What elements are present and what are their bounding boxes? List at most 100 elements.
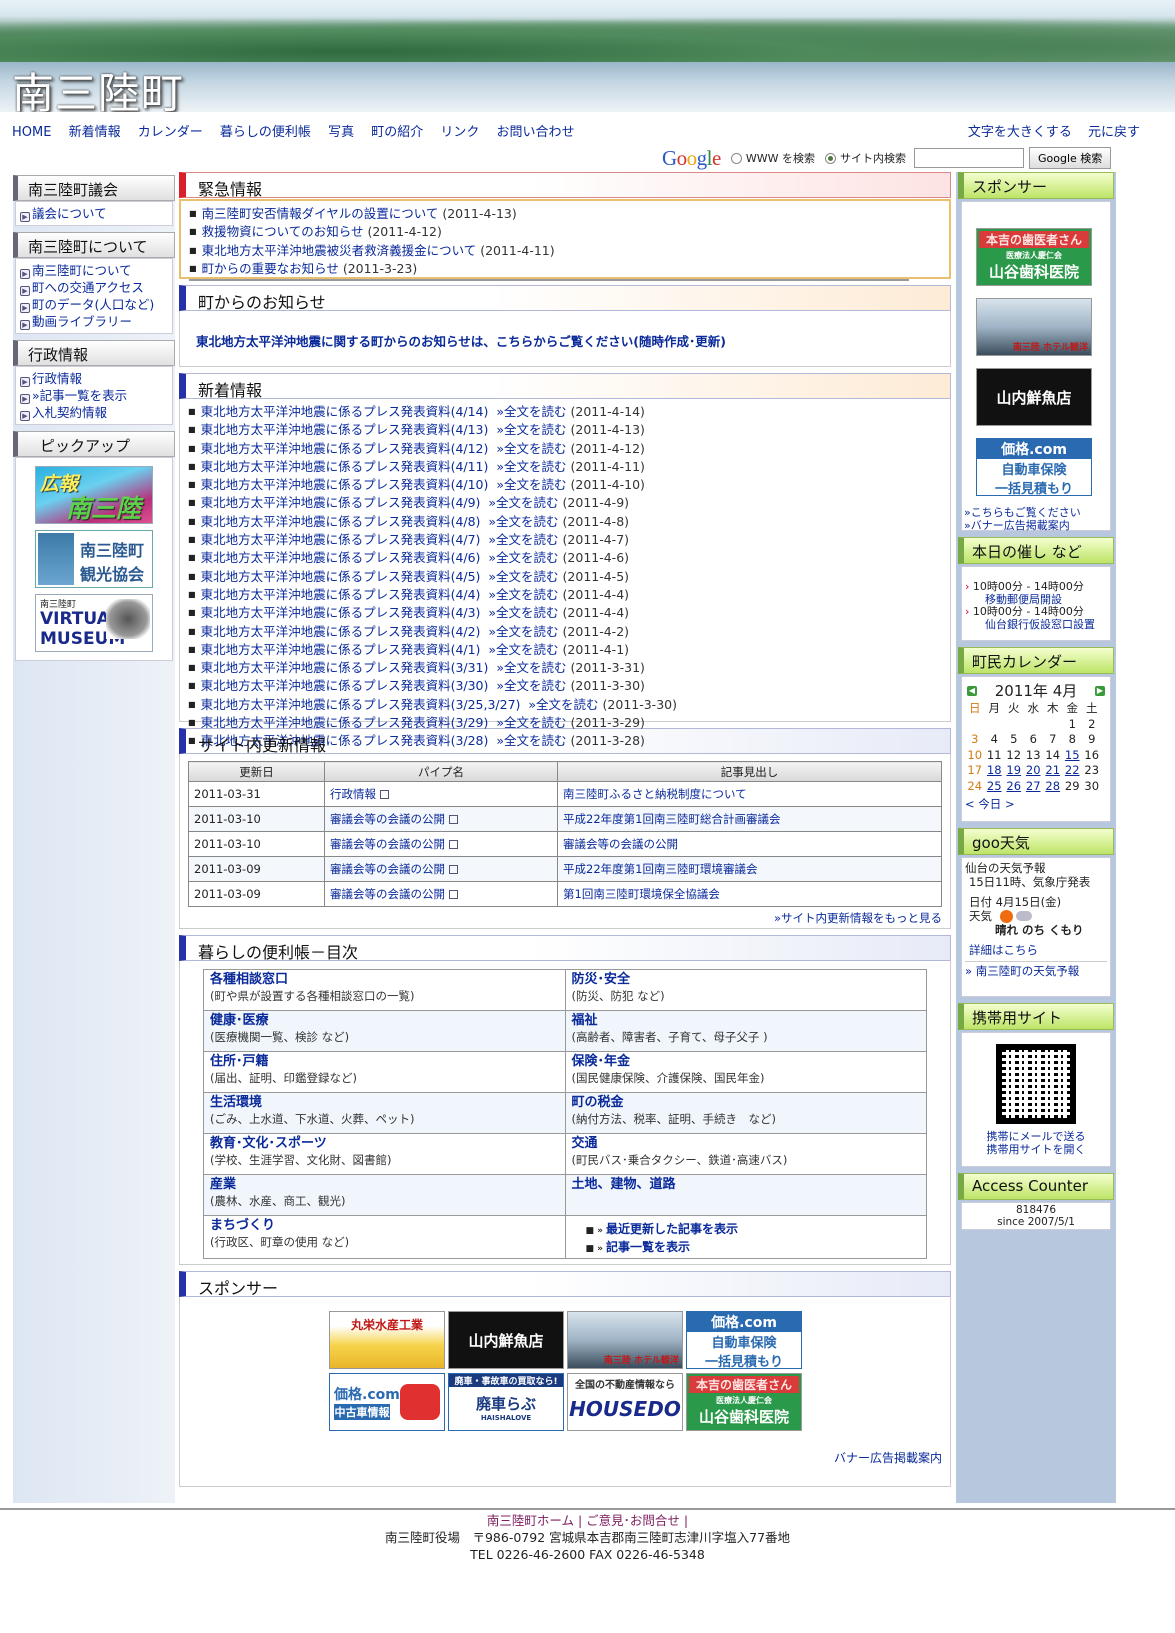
read-more-link[interactable]: »全文を読む: [496, 404, 566, 419]
benri-cell[interactable]: 防災･安全 (防災、防犯 など): [564, 969, 927, 1011]
news-item[interactable]: 東北地方太平洋沖地震に係るプレス発表資料(4/11) »全文を読む (2011-…: [188, 459, 950, 477]
nav-home[interactable]: HOME: [12, 125, 51, 140]
prev-month-icon[interactable]: ◀: [967, 685, 977, 696]
news-item[interactable]: 東北地方太平洋沖地震に係るプレス発表資料(4/7) »全文を読む (2011-4…: [188, 532, 950, 550]
read-more-link[interactable]: »全文を読む: [496, 441, 566, 456]
update-pipe[interactable]: 審議会等の会議の公開: [324, 806, 558, 832]
nav-photo[interactable]: 写真: [328, 125, 354, 140]
nav-contact[interactable]: お問い合わせ: [497, 125, 575, 140]
calendar-day[interactable]: 22: [1063, 763, 1083, 779]
news-item[interactable]: 東北地方太平洋沖地震に係るプレス発表資料(4/12) »全文を読む (2011-…: [188, 441, 950, 459]
google-search-button[interactable]: Google 検索: [1028, 147, 1112, 169]
sponsor-kakaku-insurance-banner[interactable]: 価格.com 自動車保険 一括見積もり: [686, 1311, 802, 1369]
next-month-icon[interactable]: ▶: [1095, 685, 1105, 696]
news-item[interactable]: 東北地方太平洋沖地震に係るプレス発表資料(4/9) »全文を読む (2011-4…: [188, 495, 950, 513]
event-name[interactable]: 仙台銀行仮設窓口設置: [985, 618, 1095, 631]
article-list-link[interactable]: 記事一覧を表示: [586, 1239, 921, 1257]
benri-cell[interactable]: 教育･文化･スポーツ (学校、生涯学習、文化財、図書館): [203, 1133, 566, 1175]
read-more-link[interactable]: »全文を読む: [488, 587, 558, 602]
admin-item-bid[interactable]: ▶ 入札契約情報: [20, 404, 172, 421]
mobile-mail-link[interactable]: 携帯にメールで送る: [987, 1130, 1086, 1143]
update-title[interactable]: 南三陸町ふるさと納税制度について: [557, 781, 942, 807]
benri-cell[interactable]: 健康･医療 (医療機関一覧、検診 など): [203, 1010, 566, 1052]
sponsor-hotel-banner[interactable]: 南三陸 ホテル観洋: [567, 1311, 683, 1369]
read-more-link[interactable]: »全文を読む: [496, 660, 566, 675]
update-pipe[interactable]: 審議会等の会議の公開: [324, 831, 558, 857]
news-item[interactable]: 東北地方太平洋沖地震に係るプレス発表資料(4/2) »全文を読む (2011-4…: [188, 624, 950, 642]
council-item[interactable]: ▶ 議会について: [20, 205, 172, 222]
calendar-day[interactable]: 21: [1043, 763, 1063, 779]
benri-cell[interactable]: 生活環境 (ごみ、上水道、下水道、火葬、ペット): [203, 1092, 566, 1134]
sponsor-more-link[interactable]: »こちらもご覧ください: [964, 506, 1081, 519]
benri-cell[interactable]: 土地、建物、道路: [564, 1174, 927, 1216]
sponsor-kakaku-usedcar-banner[interactable]: 価格.com 中古車情報: [329, 1373, 445, 1431]
benri-cell[interactable]: 保険･年金 (国民健康保険、介護保険、国民年金): [564, 1051, 927, 1093]
mobile-open-link[interactable]: 携帯用サイトを開く: [987, 1143, 1086, 1156]
news-item[interactable]: 東北地方太平洋沖地震に係るプレス発表資料(4/3) »全文を読む (2011-4…: [188, 605, 950, 623]
calendar-today-link[interactable]: < 今日 >: [965, 796, 1107, 812]
site-title[interactable]: 南三陸町: [12, 60, 184, 112]
recent-articles-link[interactable]: 最近更新した記事を表示: [586, 1221, 921, 1239]
weather-town-link[interactable]: » 南三陸町の天気予報: [965, 964, 1079, 978]
notice-link[interactable]: 東北地方太平洋沖地震に関する町からのお知らせは、こちらからご覧ください(随時作成…: [196, 334, 726, 349]
nav-calendar[interactable]: カレンダー: [138, 125, 203, 140]
sponsor-housedo-banner[interactable]: 全国の不動産情報なら HOUSEDO: [567, 1373, 683, 1431]
update-title[interactable]: 平成22年度第1回南三陸町総合計画審議会: [557, 806, 942, 832]
nav-links[interactable]: リンク: [440, 125, 479, 140]
right-hotel-banner[interactable]: 南三陸 ホテル観洋: [976, 298, 1092, 356]
update-title[interactable]: 第1回南三陸町環境保全協議会: [557, 881, 942, 907]
sponsor-guide-link[interactable]: バナー広告掲載案内: [834, 1451, 942, 1465]
update-title[interactable]: 平成22年度第1回南三陸町環境審議会: [557, 856, 942, 882]
emergency-item[interactable]: 町からの重要なお知らせ (2011-3-23): [189, 261, 949, 279]
sponsor-yamauchi-banner[interactable]: 山内鮮魚店: [448, 1311, 564, 1369]
calendar-day[interactable]: 26: [1004, 779, 1024, 795]
news-item[interactable]: 東北地方太平洋沖地震に係るプレス発表資料(4/13) »全文を読む (2011-…: [188, 422, 950, 440]
tourism-banner[interactable]: 南三陸町 観光協会: [35, 530, 153, 588]
benri-cell[interactable]: 町の税金 (納付方法、税率、証明、手続き など): [564, 1092, 927, 1134]
news-item[interactable]: 東北地方太平洋沖地震に係るプレス発表資料(4/5) »全文を読む (2011-4…: [188, 569, 950, 587]
news-item[interactable]: 東北地方太平洋沖地震に係るプレス発表資料(4/14) »全文を読む (2011-…: [188, 404, 950, 422]
town-item-video[interactable]: ▶ 動画ライブラリー: [20, 313, 172, 330]
news-item[interactable]: 東北地方太平洋沖地震に係るプレス発表資料(4/8) »全文を読む (2011-4…: [188, 514, 950, 532]
update-pipe[interactable]: 行政情報: [324, 781, 558, 807]
town-item-data[interactable]: ▶ 町のデータ(人口など): [20, 296, 172, 313]
read-more-link[interactable]: »全文を読む: [488, 642, 558, 657]
calendar-day[interactable]: 19: [1004, 763, 1024, 779]
calendar-day[interactable]: 27: [1024, 779, 1044, 795]
text-reset-link[interactable]: 元に戻す: [1088, 125, 1140, 140]
news-item[interactable]: 東北地方太平洋沖地震に係るプレス発表資料(4/10) »全文を読む (2011-…: [188, 477, 950, 495]
read-more-link[interactable]: »全文を読む: [496, 459, 566, 474]
news-item[interactable]: 東北地方太平洋沖地震に係るプレス発表資料(4/4) »全文を読む (2011-4…: [188, 587, 950, 605]
koho-banner[interactable]: 広報 南三陸: [35, 466, 153, 524]
nav-news[interactable]: 新着情報: [69, 125, 121, 140]
sponsor-haisha-banner[interactable]: 廃車・事故車の買取なら! 廃車らぶ HAISHALOVE: [448, 1373, 564, 1431]
emergency-item[interactable]: 南三陸町安否情報ダイヤルの設置について (2011-4-13): [189, 206, 949, 224]
read-more-link[interactable]: »全文を読む: [488, 514, 558, 529]
news-item[interactable]: 東北地方太平洋沖地震に係るプレス発表資料(4/6) »全文を読む (2011-4…: [188, 550, 950, 568]
read-more-link[interactable]: »全文を読む: [488, 605, 558, 620]
sponsor-dental-banner[interactable]: 本吉の歯医者さん 医療法人慶仁会 山谷歯科医院: [686, 1373, 802, 1431]
update-title[interactable]: 審議会等の会議の公開: [557, 831, 942, 857]
benri-cell[interactable]: 住所･戸籍 (届出、証明、印鑑登録など): [203, 1051, 566, 1093]
read-more-link[interactable]: »全文を読む: [496, 477, 566, 492]
read-more-link[interactable]: »全文を読む: [496, 678, 566, 693]
benri-cell[interactable]: 産業 (農林、水産、商工、観光): [203, 1174, 566, 1216]
benri-cell[interactable]: 各種相談窓口 (町や県が設置する各種相談窓口の一覧): [203, 969, 566, 1011]
update-pipe[interactable]: 審議会等の会議の公開: [324, 856, 558, 882]
sponsor-guide-link-right[interactable]: »バナー広告掲載案内: [964, 519, 1070, 532]
text-larger-link[interactable]: 文字を大きくする: [968, 125, 1072, 140]
search-input[interactable]: [913, 148, 1024, 168]
read-more-link[interactable]: »全文を読む: [488, 569, 558, 584]
read-more-link[interactable]: »全文を読む: [528, 697, 598, 712]
nav-about[interactable]: 町の紹介: [371, 125, 423, 140]
sponsor-marue-banner[interactable]: 丸栄水産工業: [329, 1311, 445, 1369]
read-more-link[interactable]: »全文を読む: [496, 422, 566, 437]
calendar-day[interactable]: 20: [1024, 763, 1044, 779]
calendar-day[interactable]: 28: [1043, 779, 1063, 795]
news-item[interactable]: 東北地方太平洋沖地震に係るプレス発表資料(3/25,3/27) »全文を読む (…: [188, 697, 950, 715]
right-dental-banner[interactable]: 本吉の歯医者さん 医療法人慶仁会 山谷歯科医院: [976, 228, 1092, 286]
emergency-item[interactable]: 東北地方太平洋沖地震被災者救済義援金について (2011-4-11): [189, 243, 949, 261]
benri-cell[interactable]: 福祉 (高齢者、障害者、子育て、母子父子 ): [564, 1010, 927, 1052]
right-yamauchi-banner[interactable]: 山内鮮魚店: [976, 368, 1092, 426]
calendar-day[interactable]: 25: [985, 779, 1005, 795]
